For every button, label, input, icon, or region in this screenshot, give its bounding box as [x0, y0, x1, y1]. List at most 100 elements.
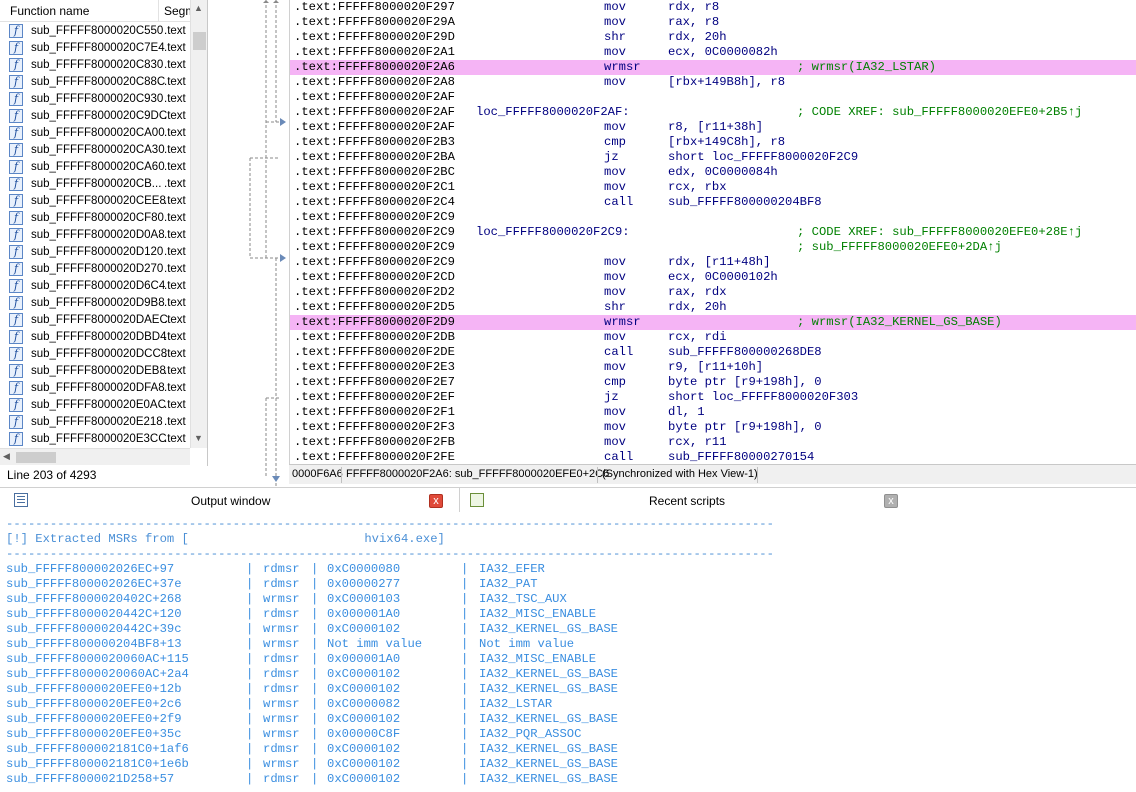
instruction-address[interactable]: .text:FFFFF8000020F2C9 — [294, 210, 455, 225]
msr-function[interactable]: sub_FFFFF8000020060AC+2a4 — [6, 667, 189, 682]
function-list-item[interactable]: f sub_FFFFF8000020D0A8 .text — [0, 227, 190, 244]
instruction-row[interactable]: .text:FFFFF8000020F2C4 call sub_FFFFF80000… — [290, 195, 1136, 210]
instruction-mnemonic[interactable]: shr — [604, 300, 626, 315]
instruction-operands[interactable]: sub_FFFFF800000268DE8 — [668, 345, 822, 360]
instruction-row[interactable]: .text:FFFFF8000020F2AF mov r8, [r11+38h] — [290, 120, 1136, 135]
instruction-operands[interactable]: edx, 0C0000084h — [668, 165, 778, 180]
instruction-mnemonic[interactable]: mov — [604, 255, 626, 270]
msr-function[interactable]: sub_FFFFF800000204BF8+13 — [6, 637, 182, 652]
instruction-row[interactable]: .text:FFFFF8000020F2E3 mov r9, [r11+10h] — [290, 360, 1136, 375]
instruction-mnemonic[interactable]: mov — [604, 15, 626, 30]
instruction-mnemonic[interactable]: mov — [604, 435, 626, 450]
instruction-row[interactable]: .text:FFFFF8000020F2C9 loc_FFFFF8000020F2… — [290, 225, 1136, 240]
instruction-mnemonic[interactable]: jz — [604, 390, 619, 405]
column-header-function-name[interactable]: Function name — [10, 4, 89, 18]
instruction-address[interactable]: .text:FFFFF8000020F2BC — [294, 165, 455, 180]
instruction-row[interactable]: .text:FFFFF8000020F2A8 mov [rbx+149B8h], r… — [290, 75, 1136, 90]
msr-function[interactable]: sub_FFFFF8000020402C+268 — [6, 592, 182, 607]
instruction-row[interactable]: .text:FFFFF8000020F2BA jz short loc_FFFFF8… — [290, 150, 1136, 165]
instruction-address[interactable]: .text:FFFFF8000020F2A6 — [294, 60, 455, 75]
instruction-row[interactable]: .text:FFFFF8000020F2E7 cmp byte ptr [r9+19… — [290, 375, 1136, 390]
column-divider[interactable] — [158, 0, 159, 22]
disassembly-view[interactable]: .text:FFFFF8000020F297 mov rdx, r8 .text:FF… — [289, 0, 1136, 464]
function-list-item[interactable]: f sub_FFFFF8000020DCC8 .text — [0, 346, 190, 363]
instruction-row[interactable]: .text:FFFFF8000020F2A1 mov ecx, 0C0000082h — [290, 45, 1136, 60]
instruction-mnemonic[interactable]: mov — [604, 405, 626, 420]
instruction-row[interactable]: .text:FFFFF8000020F297 mov rdx, r8 — [290, 0, 1136, 15]
instruction-operands[interactable]: rax, r8 — [668, 15, 719, 30]
function-list-item[interactable]: f sub_FFFFF8000020CA30 .text — [0, 142, 190, 159]
instruction-address[interactable]: .text:FFFFF8000020F2B3 — [294, 135, 455, 150]
function-list-item[interactable]: f sub_FFFFF8000020CF80 .text — [0, 210, 190, 227]
instruction-mnemonic[interactable]: cmp — [604, 375, 626, 390]
function-list-item[interactable]: f sub_FFFFF8000020D9B8 .text — [0, 295, 190, 312]
tab-output-window[interactable]: Output window x — [0, 488, 460, 513]
instruction-mnemonic[interactable]: shr — [604, 30, 626, 45]
msr-function[interactable]: sub_FFFFF8000020060AC+115 — [6, 652, 189, 667]
instruction-row[interactable]: .text:FFFFF8000020F2F1 mov dl, 1 — [290, 405, 1136, 420]
instruction-operands[interactable]: rcx, rbx — [668, 180, 727, 195]
instruction-operands[interactable]: ecx, 0C0000102h — [668, 270, 778, 285]
instruction-operands[interactable]: short loc_FFFFF8000020F303 — [668, 390, 858, 405]
instruction-address[interactable]: .text:FFFFF8000020F2CD — [294, 270, 455, 285]
msr-function[interactable]: sub_FFFFF8000020EFE0+2c6 — [6, 697, 182, 712]
function-list-item[interactable]: f sub_FFFFF8000020C7E4 .text — [0, 40, 190, 57]
instruction-address[interactable]: .text:FFFFF8000020F2C9 — [294, 255, 455, 270]
instruction-address[interactable]: .text:FFFFF8000020F2EF — [294, 390, 455, 405]
instruction-operands[interactable]: short loc_FFFFF8000020F2C9 — [668, 150, 858, 165]
instruction-operands[interactable]: rdx, 20h — [668, 30, 727, 45]
instruction-mnemonic[interactable]: wrmsr — [604, 60, 641, 75]
instruction-address[interactable]: .text:FFFFF8000020F29A — [294, 15, 455, 30]
function-list-item[interactable]: f sub_FFFFF8000020C550 .text — [0, 23, 190, 40]
msr-function[interactable]: sub_FFFFF8000021D258+57 — [6, 772, 174, 787]
msr-function[interactable]: sub_FFFFF8000020442C+120 — [6, 607, 182, 622]
instruction-operands[interactable]: r8, [r11+38h] — [668, 120, 763, 135]
instruction-address[interactable]: .text:FFFFF8000020F2DE — [294, 345, 455, 360]
instruction-row[interactable]: .text:FFFFF8000020F2C9 — [290, 210, 1136, 225]
instruction-mnemonic[interactable]: mov — [604, 420, 626, 435]
instruction-mnemonic[interactable]: call — [604, 195, 633, 210]
instruction-row[interactable]: .text:FFFFF8000020F2D5 shr rdx, 20h — [290, 300, 1136, 315]
instruction-address[interactable]: .text:FFFFF8000020F2FB — [294, 435, 455, 450]
instruction-address[interactable]: .text:FFFFF8000020F2E3 — [294, 360, 455, 375]
instruction-operands[interactable]: ecx, 0C0000082h — [668, 45, 778, 60]
instruction-address[interactable]: .text:FFFFF8000020F2E7 — [294, 375, 455, 390]
function-list-item[interactable]: f sub_FFFFF8000020CEE8 .text — [0, 193, 190, 210]
function-list-item[interactable]: f sub_FFFFF8000020DBD4 .text — [0, 329, 190, 346]
instruction-address[interactable]: .text:FFFFF8000020F2C9 — [294, 225, 455, 240]
instruction-operands[interactable]: rax, rdx — [668, 285, 727, 300]
instruction-mnemonic[interactable]: call — [604, 450, 633, 464]
instruction-row[interactable]: .text:FFFFF8000020F2EF jz short loc_FFFFF8… — [290, 390, 1136, 405]
instruction-row[interactable]: .text:FFFFF8000020F29A mov rax, r8 — [290, 15, 1136, 30]
instruction-address[interactable]: .text:FFFFF8000020F2D5 — [294, 300, 455, 315]
instruction-operands[interactable]: rdx, [r11+48h] — [668, 255, 770, 270]
instruction-operands[interactable]: rdx, 20h — [668, 300, 727, 315]
close-icon[interactable]: x — [884, 494, 898, 508]
instruction-operands[interactable]: r9, [r11+10h] — [668, 360, 763, 375]
function-list-item[interactable]: f sub_FFFFF8000020E3CC .text — [0, 431, 190, 448]
instruction-address[interactable]: .text:FFFFF8000020F2D9 — [294, 315, 455, 330]
msr-function[interactable]: sub_FFFFF800002181C0+1e6b — [6, 757, 189, 772]
instruction-row[interactable]: .text:FFFFF8000020F2DB mov rcx, rdi — [290, 330, 1136, 345]
instruction-mnemonic[interactable]: mov — [604, 165, 626, 180]
instruction-row[interactable]: .text:FFFFF8000020F2BC mov edx, 0C0000084h — [290, 165, 1136, 180]
msr-function[interactable]: sub_FFFFF8000020442C+39c — [6, 622, 182, 637]
instruction-address[interactable]: .text:FFFFF8000020F2A8 — [294, 75, 455, 90]
instruction-row[interactable]: .text:FFFFF8000020F2AF loc_FFFFF8000020F2… — [290, 105, 1136, 120]
instruction-row[interactable]: .text:FFFFF8000020F2DE call sub_FFFFF80000… — [290, 345, 1136, 360]
instruction-row[interactable]: .text:FFFFF8000020F29D shr rdx, 20h — [290, 30, 1136, 45]
instruction-address[interactable]: .text:FFFFF8000020F2AF — [294, 90, 455, 105]
instruction-address[interactable]: .text:FFFFF8000020F2D2 — [294, 285, 455, 300]
function-list-horizontal-scrollbar[interactable]: ◀ — [0, 448, 190, 465]
instruction-mnemonic[interactable]: wrmsr — [604, 315, 641, 330]
tab-recent-scripts[interactable]: Recent scripts x — [461, 488, 1136, 513]
instruction-address[interactable]: .text:FFFFF8000020F297 — [294, 0, 455, 15]
function-list-item[interactable]: f sub_FFFFF8000020DEB8 .text — [0, 363, 190, 380]
scroll-left-arrow-icon[interactable]: ◀ — [3, 451, 10, 462]
function-list-item[interactable]: f sub_FFFFF8000020D6C4 .text — [0, 278, 190, 295]
instruction-address[interactable]: .text:FFFFF8000020F2F1 — [294, 405, 455, 420]
instruction-operands[interactable]: rdx, r8 — [668, 0, 719, 15]
instruction-row[interactable]: .text:FFFFF8000020F2CD mov ecx, 0C0000102h — [290, 270, 1136, 285]
msr-function[interactable]: sub_FFFFF800002026EC+37e — [6, 577, 182, 592]
function-list-item[interactable]: f sub_FFFFF8000020C930 .text — [0, 91, 190, 108]
